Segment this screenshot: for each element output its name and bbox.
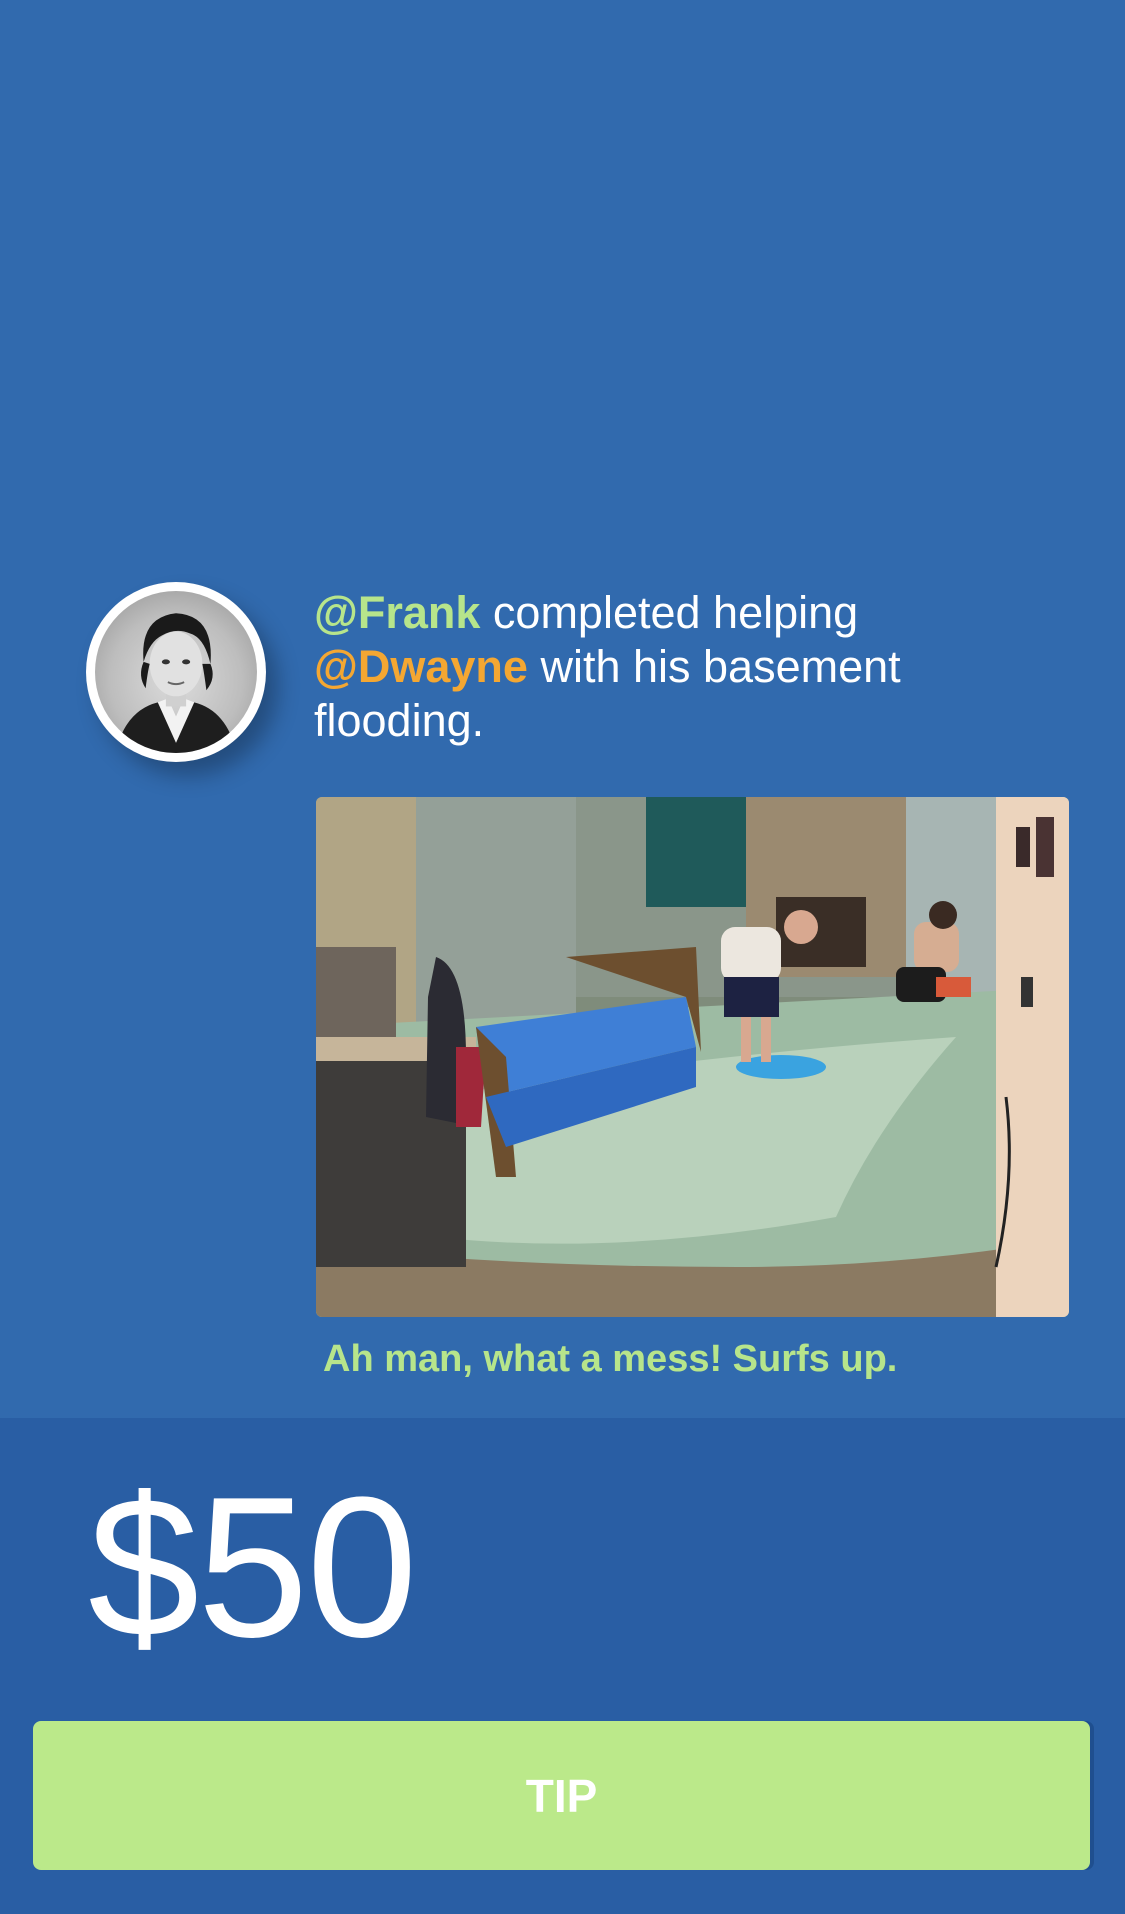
recipient-mention[interactable]: @Dwayne — [314, 641, 528, 692]
flooded-basement-photo-icon — [316, 797, 1069, 1317]
avatar[interactable] — [86, 582, 266, 762]
tip-amount: $50 — [88, 1456, 418, 1679]
user-avatar-icon — [115, 613, 237, 753]
post-photo[interactable] — [316, 797, 1069, 1317]
avatar-photo — [95, 591, 257, 753]
post-caption: Ah man, what a mess! Surfs up. — [323, 1338, 898, 1380]
actor-mention[interactable]: @Frank — [314, 587, 480, 638]
activity-text-1: completed helping — [480, 587, 859, 638]
activity-message: @Frank completed helping @Dwayne with hi… — [314, 586, 1014, 748]
tip-button[interactable]: TIP — [33, 1721, 1090, 1870]
